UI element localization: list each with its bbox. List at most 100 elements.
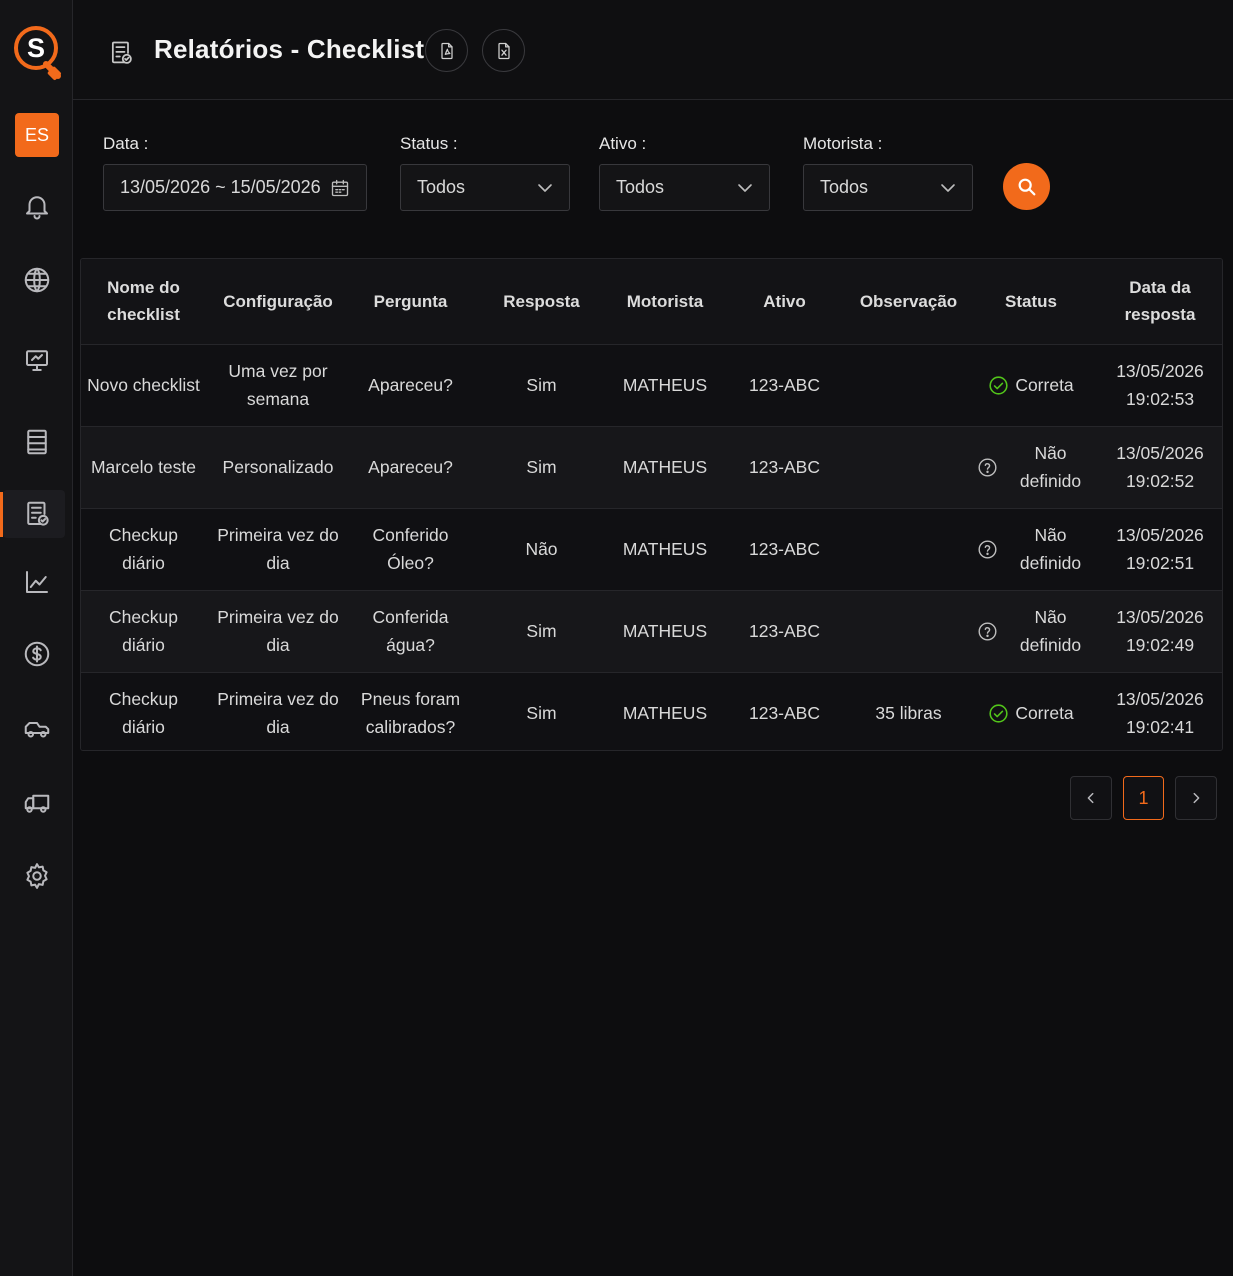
question-circle-icon[interactable] — [977, 539, 998, 560]
table-row[interactable]: Checkup diário Primeira vez do dia Conferi… — [81, 508, 1222, 591]
driver-select-value: Todos — [820, 177, 869, 197]
monitor-icon[interactable] — [18, 341, 56, 379]
checklist-table: Nome do checklist Configuração Pergunta … — [80, 258, 1223, 751]
list-icon[interactable] — [18, 423, 56, 461]
page-button-current[interactable]: 1 — [1123, 776, 1164, 820]
column-header-status[interactable]: Status — [966, 259, 1096, 345]
date-text: 13/05/2026 — [1116, 689, 1204, 709]
date-text: 13/05/2026 — [1116, 607, 1204, 627]
column-header-question[interactable]: Pergunta — [350, 259, 471, 345]
cell-driver: MATHEUS — [612, 672, 718, 750]
calendar-icon — [330, 178, 350, 198]
cell-question: Apareceu? — [350, 426, 471, 509]
status-select[interactable]: Todos — [400, 164, 570, 211]
check-circle-icon — [988, 703, 1009, 724]
cell-status: Correta — [966, 672, 1096, 750]
page-header: Relatórios - Checklist — [73, 0, 1233, 100]
table-row[interactable]: Checkup diário Primeira vez do dia Conferi… — [81, 590, 1222, 673]
cell-name: Marcelo teste — [81, 426, 206, 509]
export-excel-button[interactable] — [482, 29, 525, 72]
nav-active-indicator — [0, 492, 3, 537]
time-text: 19:02:52 — [1125, 471, 1195, 491]
report-checklist-icon[interactable] — [18, 495, 56, 533]
cell-question: Apareceu? — [350, 344, 471, 427]
previous-page-button[interactable] — [1070, 776, 1112, 820]
driver-filter-label: Motorista : — [803, 134, 883, 153]
cell-note — [851, 590, 966, 673]
column-header-asset[interactable]: Ativo — [718, 259, 851, 345]
date-filter-label: Data : — [103, 134, 149, 153]
bell-icon[interactable] — [18, 187, 56, 225]
chart-icon[interactable] — [18, 563, 56, 601]
cell-answer: Sim — [471, 344, 612, 427]
cell-asset: 123-ABC — [718, 344, 851, 427]
cell-answer: Não — [471, 508, 612, 591]
truck-alt-icon[interactable] — [18, 783, 56, 821]
cell-note — [851, 508, 966, 591]
status-text: Não definido — [1019, 443, 1082, 491]
truck-icon[interactable] — [18, 709, 56, 747]
logo-letter: S — [27, 33, 45, 63]
cell-asset: 123-ABC — [718, 672, 851, 750]
table-row[interactable]: Novo checklist Uma vez por semana Apareceu… — [81, 344, 1222, 427]
cell-asset: 123-ABC — [718, 426, 851, 509]
cell-date: 13/05/2026 19:02:41 — [1096, 672, 1222, 750]
export-pdf-button[interactable] — [425, 29, 468, 72]
cell-status: Não definido — [966, 590, 1096, 673]
globe-icon[interactable] — [18, 261, 56, 299]
cell-status: Não definido — [966, 508, 1096, 591]
column-header-answer[interactable]: Resposta — [471, 259, 612, 345]
cell-note — [851, 344, 966, 427]
chevron-right-icon — [1193, 792, 1200, 804]
status-filter-label: Status : — [400, 134, 458, 153]
chevron-down-icon — [737, 180, 753, 196]
cell-note — [851, 426, 966, 509]
column-header-note[interactable]: Observação — [851, 259, 966, 345]
search-button[interactable] — [1003, 163, 1050, 210]
table-row[interactable]: Marcelo teste Personalizado Apareceu? Sim MA… — [81, 426, 1222, 509]
cell-name: Checkup diário — [81, 508, 206, 591]
chevron-down-icon — [940, 180, 956, 196]
cell-name: Checkup diário — [81, 672, 206, 750]
table-row[interactable]: Checkup diário Primeira vez do dia Pneus f… — [81, 672, 1222, 750]
cell-driver: MATHEUS — [612, 508, 718, 591]
cell-date: 13/05/2026 19:02:52 — [1096, 426, 1222, 509]
search-icon — [1018, 178, 1035, 195]
asset-select[interactable]: Todos — [599, 164, 770, 211]
cell-driver: MATHEUS — [612, 590, 718, 673]
app-logo[interactable]: S — [12, 24, 62, 82]
check-circle-icon — [988, 375, 1009, 396]
column-header-date[interactable]: Data da resposta — [1096, 259, 1222, 345]
cell-status: Correta — [966, 344, 1096, 427]
cell-driver: MATHEUS — [612, 344, 718, 427]
next-page-button[interactable] — [1175, 776, 1217, 820]
question-circle-icon[interactable] — [977, 621, 998, 642]
chevron-down-icon — [537, 180, 553, 196]
cell-name: Novo checklist — [81, 344, 206, 427]
date-range-picker[interactable]: 13/05/2026 ~ 15/05/2026 — [103, 164, 367, 211]
excel-file-icon — [497, 42, 510, 59]
column-header-name[interactable]: Nome do checklist — [81, 259, 206, 345]
question-circle-icon[interactable] — [977, 457, 998, 478]
chevron-left-icon — [1087, 792, 1094, 804]
cell-date: 13/05/2026 19:02:51 — [1096, 508, 1222, 591]
status-text: Correta — [1015, 375, 1074, 395]
asset-filter-label: Ativo : — [599, 134, 647, 153]
cell-config: Uma vez por semana — [206, 344, 350, 427]
dollar-icon[interactable] — [18, 635, 56, 673]
cell-asset: 123-ABC — [718, 508, 851, 591]
date-range-value: 13/05/2026 ~ 15/05/2026 — [120, 177, 321, 197]
date-text: 13/05/2026 — [1116, 361, 1204, 381]
cell-config: Primeira vez do dia — [206, 508, 350, 591]
asset-select-value: Todos — [616, 177, 665, 197]
column-header-config[interactable]: Configuração — [206, 259, 350, 345]
status-text: Correta — [1015, 703, 1074, 723]
cell-config: Personalizado — [206, 426, 350, 509]
status-text: Não definido — [1019, 525, 1082, 573]
column-header-driver[interactable]: Motorista — [612, 259, 718, 345]
cell-date: 13/05/2026 19:02:53 — [1096, 344, 1222, 427]
time-text: 19:02:49 — [1125, 635, 1195, 655]
settings-icon[interactable] — [18, 857, 56, 895]
driver-select[interactable]: Todos — [803, 164, 973, 211]
language-button[interactable]: ES — [15, 113, 59, 157]
